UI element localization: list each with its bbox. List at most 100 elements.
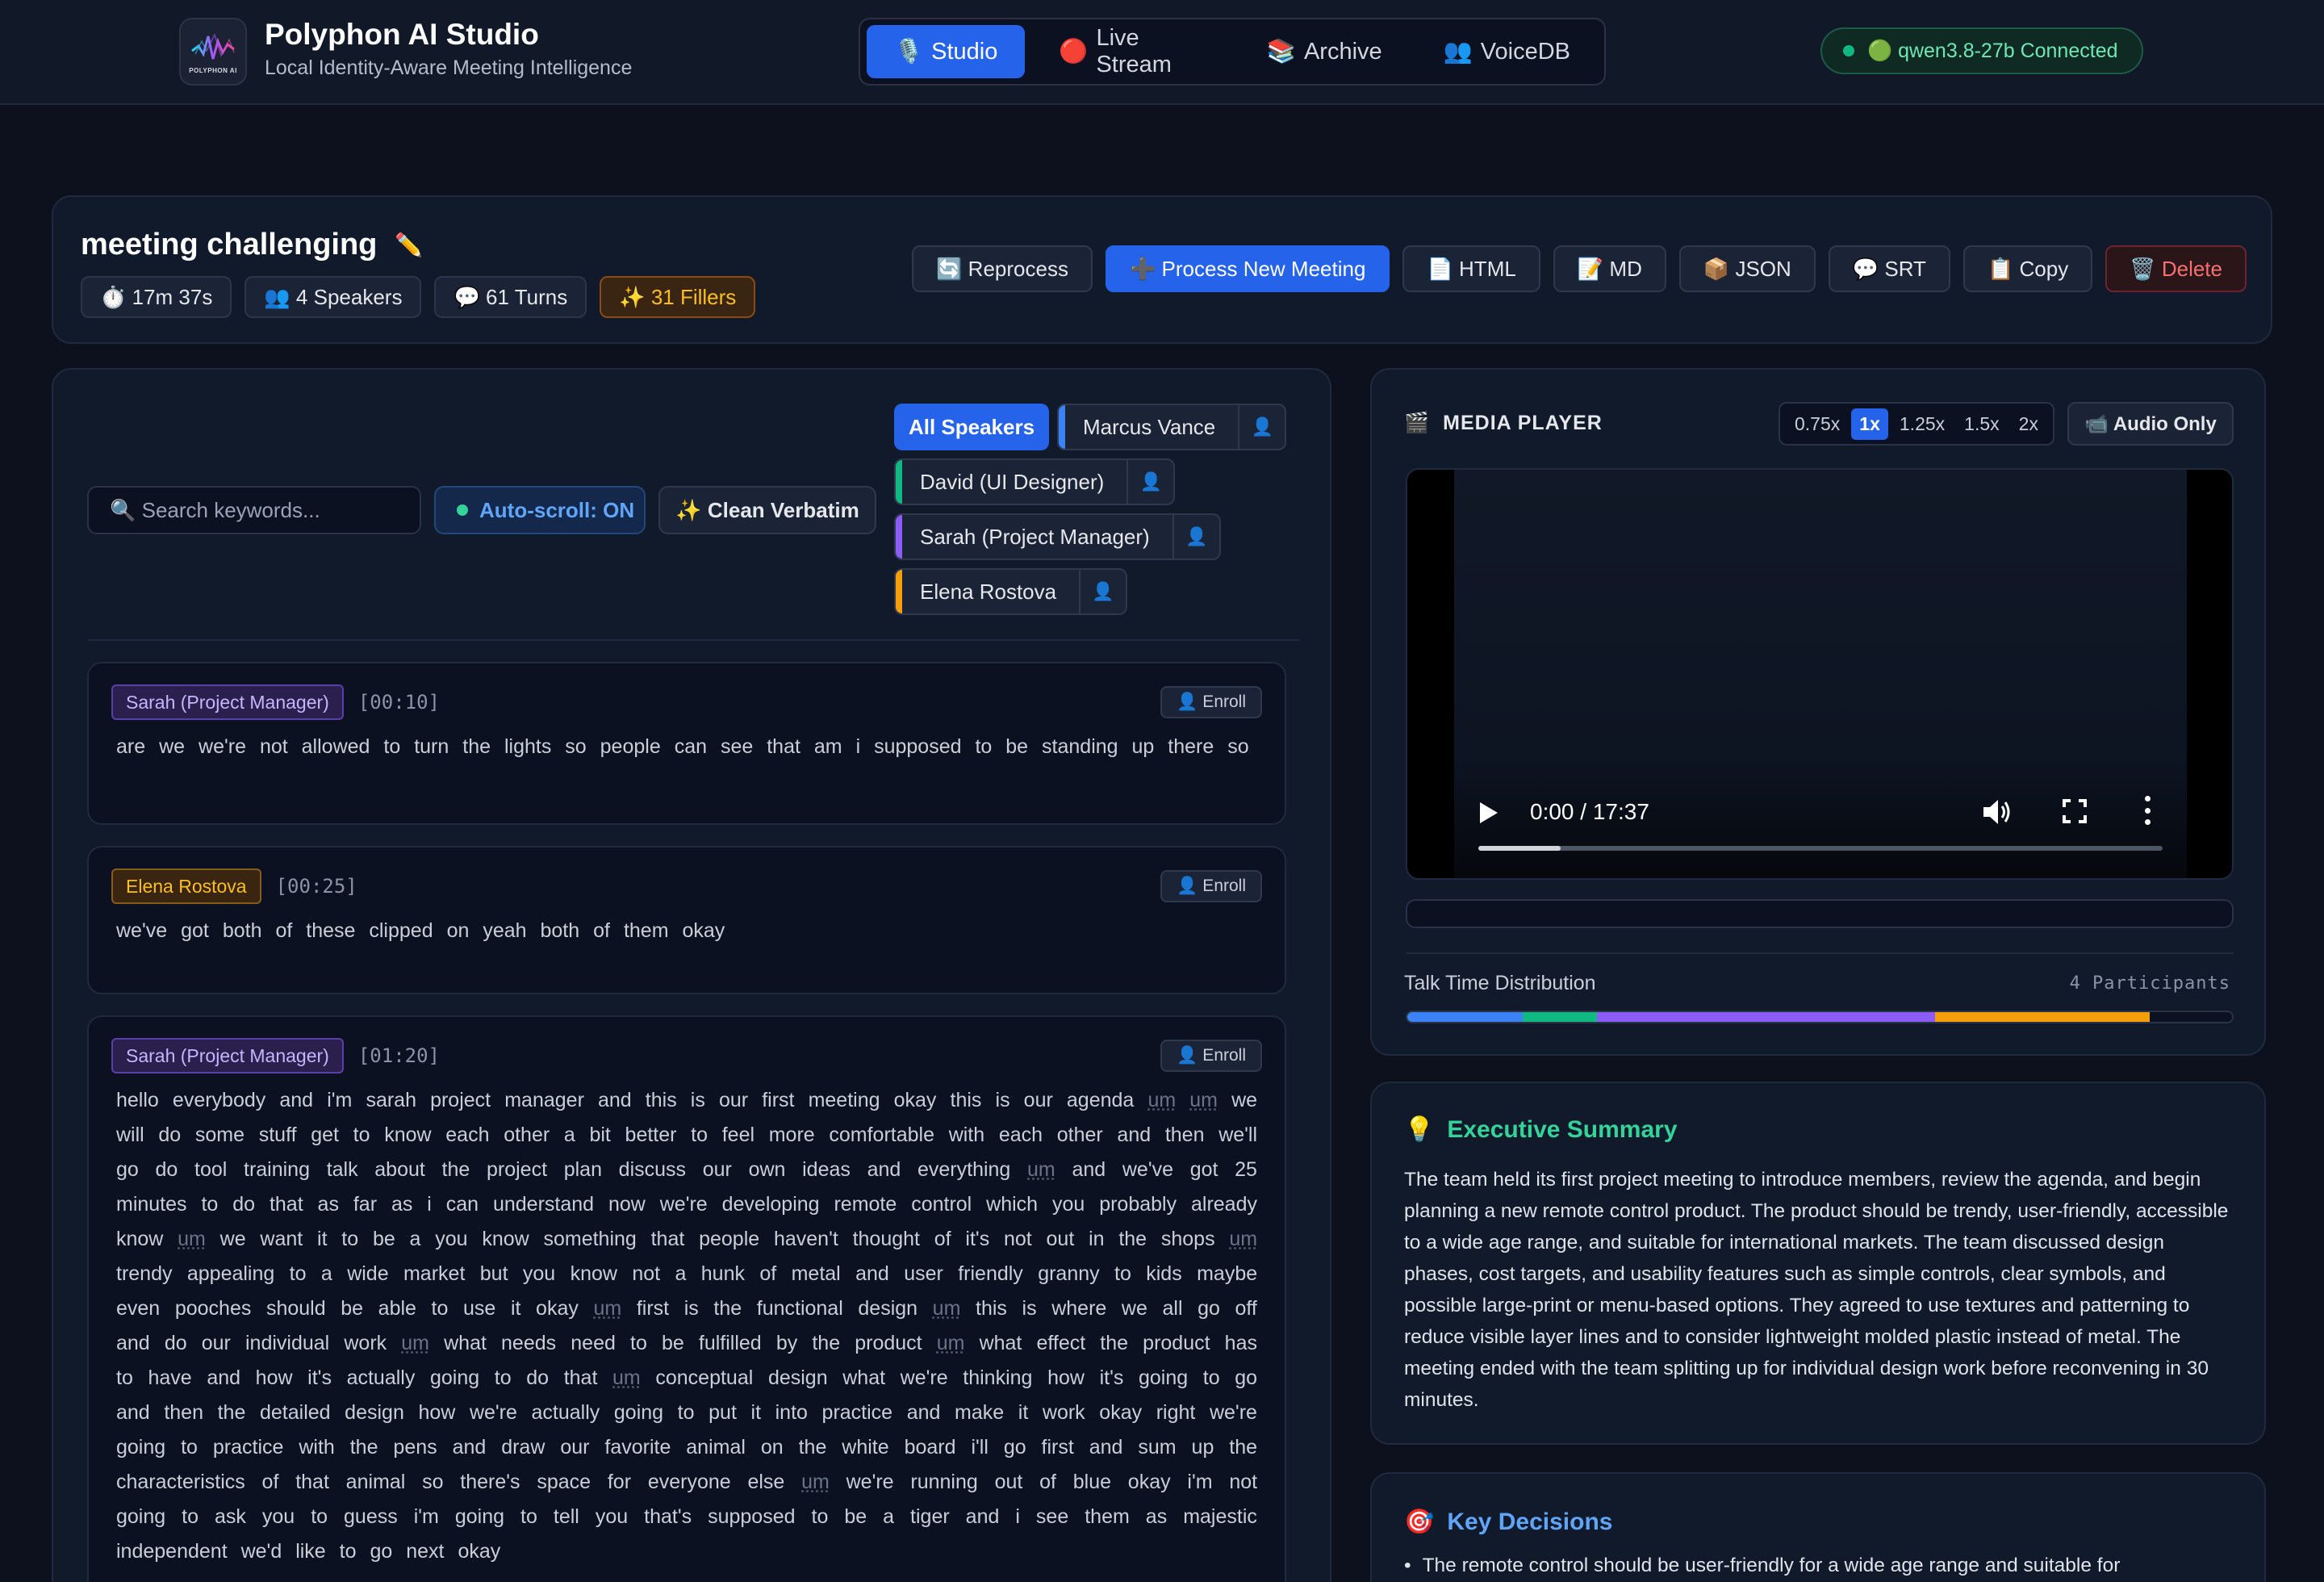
seek-progress: [1478, 846, 1561, 851]
tab-voicedb[interactable]: 👥 VoiceDB: [1416, 25, 1598, 78]
tab-live-stream[interactable]: 🔴 Live Stream: [1031, 25, 1233, 78]
export-srt-button[interactable]: 💬 SRT: [1828, 245, 1950, 292]
speaker-name: David (UI Designer): [920, 469, 1105, 494]
speaker-name: Sarah (Project Manager): [920, 524, 1150, 549]
export-html-button[interactable]: 📄 HTML: [1402, 245, 1540, 292]
play-icon[interactable]: [1480, 802, 1498, 823]
speed-option-1-25x[interactable]: 1.25x: [1891, 408, 1953, 440]
speaker-filter-sarah[interactable]: Sarah (Project Manager) 👤: [894, 513, 1221, 560]
lightbulb-icon: 💡: [1404, 1116, 1435, 1143]
user-enroll-icon[interactable]: 👤: [1079, 570, 1126, 613]
reprocess-button[interactable]: 🔄 Reprocess: [912, 245, 1093, 292]
playback-speed-selector: 0.75x 1x 1.25x 1.5x 2x: [1779, 402, 2054, 446]
segment-header: Sarah (Project Manager) [00:10]: [111, 684, 440, 720]
volume-icon[interactable]: [1982, 797, 2014, 827]
app-title: Polyphon AI Studio: [265, 18, 539, 51]
talk-time-bar: [1406, 1011, 2234, 1023]
segment-text: hello everybody and i'm sarah project ma…: [116, 1089, 1258, 1563]
segment-timestamp[interactable]: [00:10]: [358, 691, 440, 714]
user-enroll-icon[interactable]: 👤: [1238, 405, 1285, 449]
speaker-filter-david[interactable]: David (UI Designer) 👤: [894, 458, 1176, 505]
clean-verbatim-button[interactable]: ✨ Clean Verbatim: [658, 486, 876, 534]
tab-label: Archive: [1303, 38, 1382, 65]
export-json-button[interactable]: 📦 JSON: [1678, 245, 1816, 292]
talk-share-segment: [1523, 1012, 1598, 1022]
segment-timestamp[interactable]: [01:20]: [358, 1044, 440, 1067]
speaker-tag[interactable]: Sarah (Project Manager): [111, 1038, 344, 1074]
speaker-color-bar: [1059, 405, 1065, 449]
user-enroll-icon[interactable]: 👤: [1126, 460, 1173, 504]
meeting-title: meeting challenging: [81, 228, 378, 262]
search-input[interactable]: 🔍 Search keywords...: [87, 486, 421, 534]
decisions-list: The remote control should be user-friend…: [1404, 1550, 2235, 1581]
transcript-panel: 🔍 Search keywords... Auto-scroll: ON ✨ C…: [52, 368, 1331, 1582]
top-navigation-bar: POLYPHON AI Polyphon AI Studio Local Ide…: [0, 0, 2324, 105]
transcript-segment: Sarah (Project Manager) [00:10] 👤 Enroll…: [87, 662, 1286, 825]
transcript-segment: Elena Rostova [00:25] 👤 Enroll we've got…: [87, 846, 1286, 994]
video-controls: 0:00 / 17:37: [1407, 470, 2232, 878]
process-new-meeting-button[interactable]: ➕ Process New Meeting: [1105, 245, 1390, 292]
talk-share-segment: [1407, 1012, 1524, 1022]
segment-text: are we we're not allowed to turn the lig…: [116, 735, 1249, 758]
export-md-button[interactable]: 📝 MD: [1553, 245, 1666, 292]
more-options-icon[interactable]: [2143, 796, 2151, 825]
logo-text: POLYPHON AI: [189, 66, 237, 74]
user-enroll-icon[interactable]: 👤: [1172, 515, 1219, 559]
all-speakers-filter[interactable]: All Speakers: [894, 404, 1049, 450]
enroll-button[interactable]: 👤 Enroll: [1160, 686, 1262, 718]
fullscreen-icon[interactable]: [2063, 799, 2087, 823]
books-icon: 📚: [1266, 39, 1296, 65]
speaker-filter-elena[interactable]: Elena Rostova 👤: [894, 568, 1128, 615]
speed-option-1-5x[interactable]: 1.5x: [1956, 408, 2007, 440]
speed-option-2x[interactable]: 2x: [2011, 408, 2046, 440]
speed-option-1x[interactable]: 1x: [1851, 408, 1888, 440]
summary-text: The team held its first project meeting …: [1404, 1169, 2229, 1411]
filler-word: um: [932, 1297, 961, 1320]
speaker-color-bar: [896, 570, 902, 613]
meeting-title-row: meeting challenging ✏️: [81, 228, 423, 262]
filler-word: um: [612, 1366, 641, 1389]
enroll-button[interactable]: 👤 Enroll: [1160, 1040, 1262, 1072]
divider: [87, 639, 1299, 641]
logo-waveform-icon: [191, 32, 235, 59]
speed-option-0-75x[interactable]: 0.75x: [1787, 408, 1848, 440]
pencil-edit-icon[interactable]: ✏️: [395, 232, 423, 258]
filler-word: um: [801, 1471, 830, 1493]
filler-word: um: [1147, 1089, 1177, 1111]
filler-word: um: [593, 1297, 622, 1320]
audio-only-button[interactable]: 📹 Audio Only: [2067, 402, 2234, 446]
speaker-tag[interactable]: Sarah (Project Manager): [111, 684, 344, 720]
segment-text: we've got both of these clipped on yeah …: [116, 919, 725, 942]
filler-word: um: [1189, 1089, 1218, 1111]
speaker-filter-marcus[interactable]: Marcus Vance 👤: [1057, 404, 1287, 450]
tab-archive[interactable]: 📚 Archive: [1239, 25, 1410, 78]
auto-scroll-toggle[interactable]: Auto-scroll: ON: [434, 486, 646, 534]
executive-summary-panel: 💡 Executive Summary The team held its fi…: [1370, 1082, 2266, 1445]
record-dot-icon: 🔴: [1059, 39, 1089, 65]
talk-share-segment: [1935, 1012, 2150, 1022]
status-dot-icon: [1843, 45, 1854, 56]
tab-label: Studio: [931, 38, 998, 65]
speaker-tag[interactable]: Elena Rostova: [111, 868, 261, 904]
app-subtitle: Local Identity-Aware Meeting Intelligenc…: [265, 56, 633, 79]
connection-label: 🟢 qwen3.8-27b Connected: [1867, 39, 2118, 62]
summary-header: 💡 Executive Summary: [1404, 1115, 1678, 1144]
filler-word: um: [178, 1228, 206, 1250]
filler-word: um: [936, 1332, 965, 1354]
decisions-header: 🎯 Key Decisions: [1404, 1508, 1612, 1536]
filler-word: um: [401, 1332, 429, 1354]
segment-header: Elena Rostova [00:25]: [111, 868, 357, 904]
speaker-name: Elena Rostova: [920, 579, 1057, 604]
copy-button[interactable]: 📋 Copy: [1962, 245, 2093, 292]
media-player-panel: 🎬 MEDIA PLAYER 0.75x 1x 1.25x 1.5x 2x 📹 …: [1370, 368, 2266, 1056]
waveform-track[interactable]: [1406, 899, 2234, 928]
delete-button[interactable]: 🗑️ Delete: [2105, 245, 2247, 292]
tab-studio[interactable]: 🎙️ Studio: [867, 25, 1026, 78]
tab-label: VoiceDB: [1480, 38, 1570, 65]
enroll-button[interactable]: 👤 Enroll: [1160, 870, 1262, 902]
tab-label: Live Stream: [1096, 25, 1172, 77]
decisions-title: Key Decisions: [1447, 1508, 1613, 1535]
seek-bar[interactable]: [1478, 846, 2163, 851]
segment-timestamp[interactable]: [00:25]: [276, 875, 357, 898]
video-player[interactable]: 0:00 / 17:37: [1406, 468, 2234, 880]
